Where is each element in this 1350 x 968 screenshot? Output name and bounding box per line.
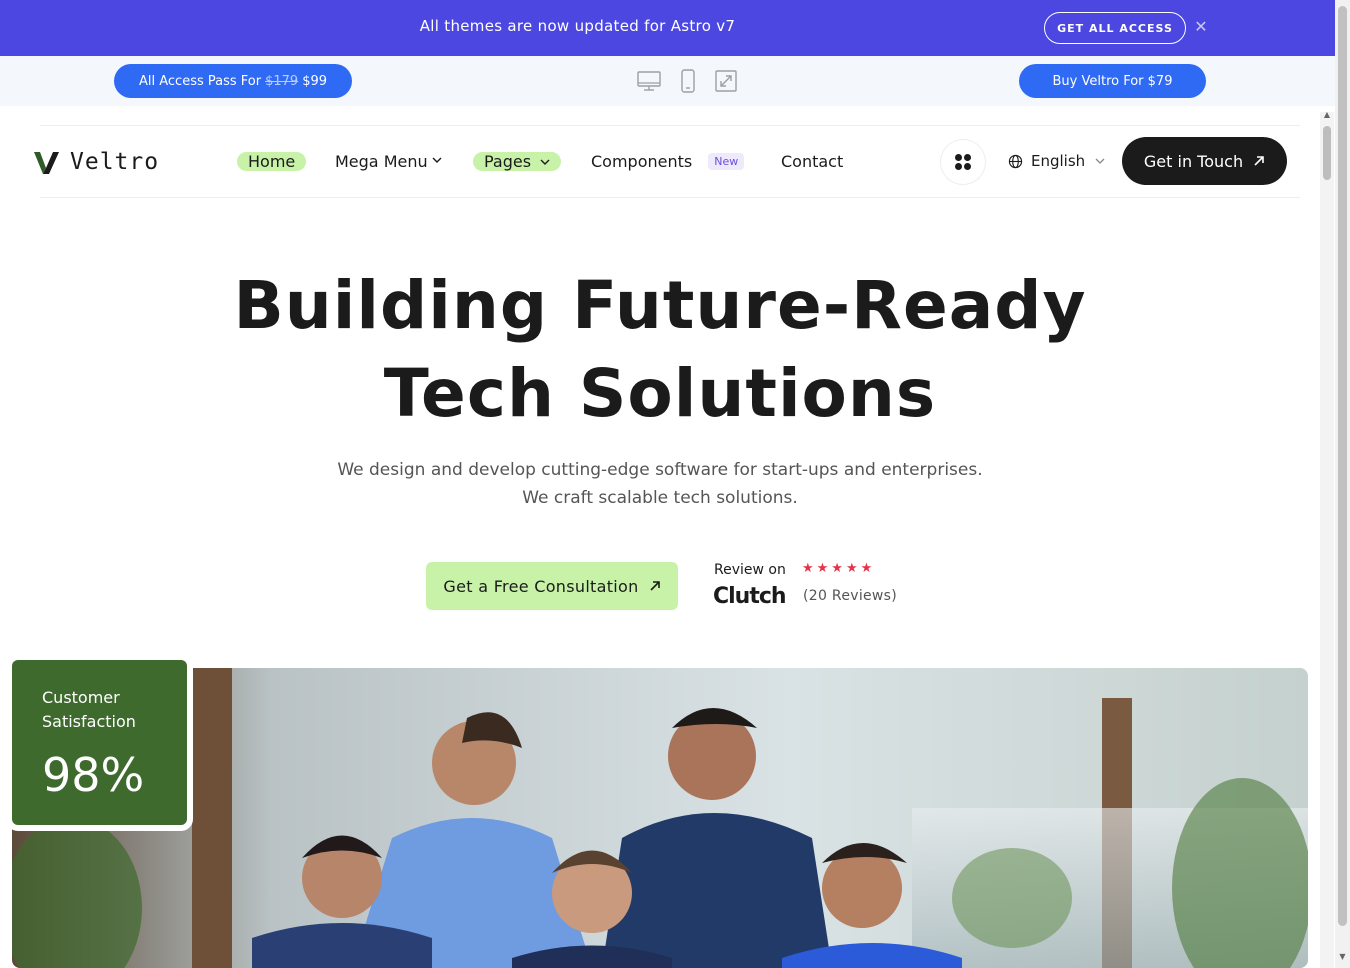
veltro-logo-icon — [34, 152, 59, 174]
language-selector[interactable]: English — [1008, 150, 1105, 172]
hero-title-line-1: Building Future-Ready — [233, 267, 1087, 344]
hero-subtitle: We design and develop cutting-edge softw… — [337, 460, 983, 508]
preview-scrollbar-thumb[interactable] — [1323, 126, 1331, 180]
free-consultation-button[interactable]: Get a Free Consultation — [426, 562, 678, 610]
nav-pages-pill: Pages — [473, 151, 562, 171]
nav-item-mega-menu[interactable]: Mega Menu — [335, 149, 442, 173]
chevron-down-icon — [540, 157, 550, 170]
nav-contact-label: Contact — [781, 151, 844, 171]
nav-item-contact[interactable]: Contact — [781, 149, 843, 173]
scroll-up-arrow-icon[interactable]: ▲ — [1321, 110, 1333, 120]
review-on-label: Review on — [714, 562, 786, 578]
all-access-pass-label: All Access Pass For — [138, 73, 262, 89]
logo-text: Veltro — [70, 149, 160, 175]
rating-stars-icon: ★★★★★ — [802, 561, 876, 576]
get-in-touch-label: Get in Touch — [1143, 151, 1244, 171]
clutch-logo-text: Clutch — [713, 584, 787, 609]
free-consultation-label: Get a Free Consultation — [443, 576, 639, 596]
logo[interactable]: Veltro — [32, 147, 159, 177]
nav-divider-top — [40, 125, 1300, 126]
team-photo-illustration — [12, 668, 1308, 968]
get-all-access-button[interactable]: GET ALL ACCESS — [1044, 12, 1186, 44]
chevron-down-icon — [432, 155, 442, 168]
announcement-text: All themes are now updated for Astro v7 — [419, 17, 736, 35]
preview-scrollbar[interactable] — [1320, 112, 1334, 968]
nav-components-label: Components — [591, 151, 693, 171]
hero-title-line-2: Tech Solutions — [383, 355, 937, 432]
demo-toolbar: All Access Pass For $179 $99 Buy Veltro … — [0, 56, 1335, 106]
mobile-icon[interactable] — [680, 69, 696, 93]
globe-icon — [1008, 154, 1023, 168]
arrow-up-right-icon — [650, 581, 660, 591]
arrow-up-right-icon — [1254, 156, 1264, 166]
nav-item-pages[interactable]: Pages — [473, 149, 562, 173]
desktop-icon[interactable] — [636, 69, 662, 93]
apps-grid-button[interactable] — [941, 140, 985, 184]
nav-home-label: Home — [237, 151, 307, 171]
reviews-count: (20 Reviews) — [803, 588, 898, 604]
announcement-bar: All themes are now updated for Astro v7 … — [0, 0, 1335, 56]
chevron-down-icon — [1095, 152, 1105, 170]
buy-veltro-button[interactable]: Buy Veltro For $79 — [1019, 64, 1206, 98]
nav-mega-menu-label: Mega Menu — [335, 151, 428, 171]
hero-team-image — [12, 668, 1308, 968]
hero-title: Building Future-Ready Tech Solutions — [175, 262, 1145, 438]
close-icon[interactable]: ✕ — [1192, 17, 1210, 37]
clutch-logo[interactable]: Clutch — [713, 584, 787, 609]
expand-icon[interactable] — [714, 69, 738, 93]
get-in-touch-button[interactable]: Get in Touch — [1122, 137, 1287, 185]
nav-divider-bottom — [40, 197, 1300, 198]
stat-value: 98% — [42, 748, 145, 802]
scroll-down-arrow-icon[interactable]: ▼ — [1336, 952, 1349, 966]
nav-item-components[interactable]: Components New — [591, 149, 745, 173]
old-price: $179 — [265, 73, 299, 89]
new-price: $99 — [302, 73, 328, 89]
customer-satisfaction-card: Customer Satisfaction 98% — [12, 660, 187, 825]
nav-item-home[interactable]: Home — [237, 149, 307, 173]
nav-pages-label: Pages — [484, 151, 532, 171]
new-badge: New — [708, 152, 745, 170]
page-scrollbar-thumb[interactable] — [1338, 6, 1347, 926]
stat-label: Customer Satisfaction — [42, 688, 136, 731]
all-access-pass-button[interactable]: All Access Pass For $179 $99 — [114, 64, 352, 98]
language-label: English — [1031, 152, 1086, 170]
device-preview-switcher — [636, 69, 740, 95]
